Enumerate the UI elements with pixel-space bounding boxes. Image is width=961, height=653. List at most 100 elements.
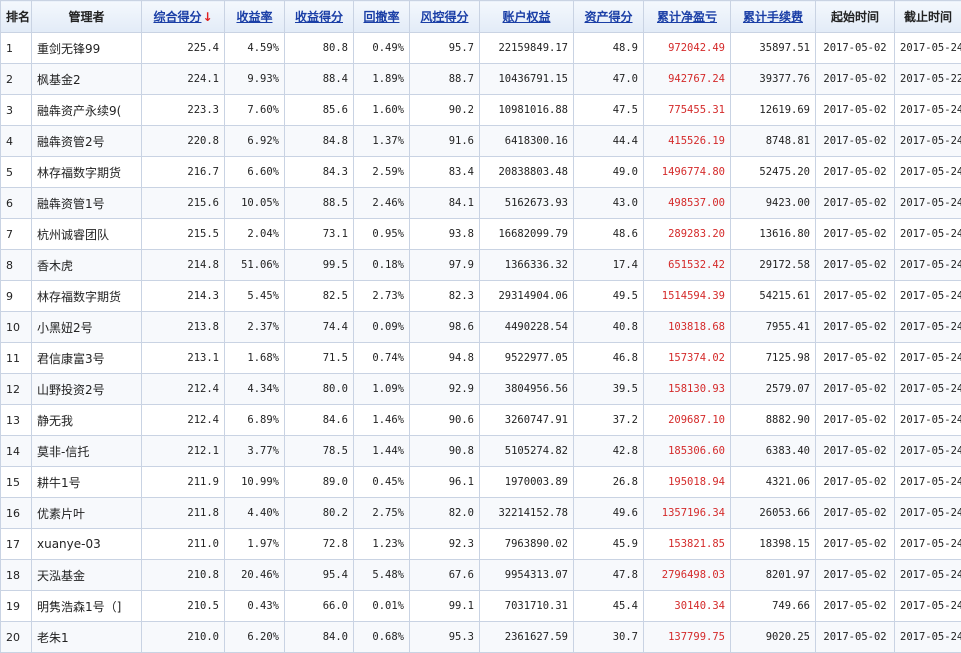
cell-risk-score: 82.0	[410, 498, 480, 529]
cell-return-score: 89.0	[285, 467, 354, 498]
cell-return-score: 84.6	[285, 405, 354, 436]
cell-asset-score: 46.8	[574, 343, 644, 374]
cell-rank: 16	[1, 498, 32, 529]
cell-start-time: 2017-05-02	[816, 281, 895, 312]
table-row: 13静无我212.46.89%84.61.46%90.63260747.9137…	[1, 405, 961, 436]
cell-return-rate: 5.45%	[225, 281, 285, 312]
cell-return-rate: 20.46%	[225, 560, 285, 591]
cell-score: 213.1	[142, 343, 225, 374]
cell-risk-score: 90.6	[410, 405, 480, 436]
cell-end-time: 2017-05-24	[895, 622, 961, 653]
cell-fees: 2579.07	[731, 374, 816, 405]
table-row: 12山野投资2号212.44.34%80.01.09%92.93804956.5…	[1, 374, 961, 405]
cell-return-score: 78.5	[285, 436, 354, 467]
cell-return-rate: 3.77%	[225, 436, 285, 467]
cell-net-pnl: 195018.94	[644, 467, 731, 498]
table-row: 18天泓基金210.820.46%95.45.48%67.69954313.07…	[1, 560, 961, 591]
sort-header-drawdown[interactable]: 回撤率	[354, 1, 410, 33]
sort-header-return-score[interactable]: 收益得分	[285, 1, 354, 33]
cell-equity: 1970003.89	[480, 467, 574, 498]
header-label: 收益率	[236, 10, 272, 24]
cell-risk-score: 90.2	[410, 95, 480, 126]
cell-equity: 29314904.06	[480, 281, 574, 312]
cell-return-score: 66.0	[285, 591, 354, 622]
cell-return-rate: 9.93%	[225, 64, 285, 95]
cell-end-time: 2017-05-24	[895, 560, 961, 591]
cell-net-pnl: 1357196.34	[644, 498, 731, 529]
cell-asset-score: 26.8	[574, 467, 644, 498]
cell-fees: 52475.20	[731, 157, 816, 188]
cell-score: 214.3	[142, 281, 225, 312]
cell-start-time: 2017-05-02	[816, 188, 895, 219]
table-body: 1重剑无锋99225.44.59%80.80.49%95.722159849.1…	[1, 33, 961, 653]
cell-end-time: 2017-05-24	[895, 95, 961, 126]
cell-return-rate: 51.06%	[225, 250, 285, 281]
cell-end-time: 2017-05-24	[895, 591, 961, 622]
cell-manager: 优素片叶	[32, 498, 142, 529]
cell-drawdown: 0.45%	[354, 467, 410, 498]
cell-start-time: 2017-05-02	[816, 436, 895, 467]
cell-return-rate: 6.92%	[225, 126, 285, 157]
sort-header-fees[interactable]: 累计手续费	[731, 1, 816, 33]
table-row: 11君信康富3号213.11.68%71.50.74%94.89522977.0…	[1, 343, 961, 374]
header-label: 账户权益	[502, 10, 550, 24]
cell-end-time: 2017-05-24	[895, 405, 961, 436]
cell-rank: 2	[1, 64, 32, 95]
sort-header-net-pnl[interactable]: 累计净盈亏	[644, 1, 731, 33]
cell-net-pnl: 30140.34	[644, 591, 731, 622]
cell-risk-score: 92.9	[410, 374, 480, 405]
cell-start-time: 2017-05-02	[816, 312, 895, 343]
table-row: 14莫非-信托212.13.77%78.51.44%90.85105274.82…	[1, 436, 961, 467]
cell-rank: 12	[1, 374, 32, 405]
sort-header-equity[interactable]: 账户权益	[480, 1, 574, 33]
cell-risk-score: 84.1	[410, 188, 480, 219]
cell-manager: 明隽浩森1号（]	[32, 591, 142, 622]
sort-header-asset-score[interactable]: 资产得分	[574, 1, 644, 33]
header-rank: 排名	[1, 1, 32, 33]
cell-start-time: 2017-05-02	[816, 405, 895, 436]
cell-equity: 5105274.82	[480, 436, 574, 467]
cell-equity: 3804956.56	[480, 374, 574, 405]
cell-rank: 19	[1, 591, 32, 622]
cell-return-rate: 4.59%	[225, 33, 285, 64]
cell-return-score: 80.2	[285, 498, 354, 529]
cell-risk-score: 94.8	[410, 343, 480, 374]
cell-rank: 20	[1, 622, 32, 653]
cell-score: 212.4	[142, 374, 225, 405]
cell-asset-score: 47.5	[574, 95, 644, 126]
cell-asset-score: 42.8	[574, 436, 644, 467]
cell-return-rate: 7.60%	[225, 95, 285, 126]
header-label: 回撤率	[363, 10, 399, 24]
cell-manager: 林存福数字期货	[32, 157, 142, 188]
cell-score: 212.1	[142, 436, 225, 467]
header-label: 风控得分	[420, 10, 468, 24]
cell-risk-score: 95.3	[410, 622, 480, 653]
header-start-time: 起始时间	[816, 1, 895, 33]
cell-return-rate: 10.99%	[225, 467, 285, 498]
sort-header-return-rate[interactable]: 收益率	[225, 1, 285, 33]
header-row: 排名 管理者 综合得分↓ 收益率 收益得分 回撤率 风控得分 账户权益 资产得分…	[1, 1, 961, 33]
cell-rank: 14	[1, 436, 32, 467]
cell-start-time: 2017-05-02	[816, 591, 895, 622]
cell-manager: 静无我	[32, 405, 142, 436]
table-row: 6融犇资管1号215.610.05%88.52.46%84.15162673.9…	[1, 188, 961, 219]
cell-drawdown: 1.23%	[354, 529, 410, 560]
cell-equity: 6418300.16	[480, 126, 574, 157]
cell-net-pnl: 651532.42	[644, 250, 731, 281]
cell-net-pnl: 972042.49	[644, 33, 731, 64]
cell-rank: 17	[1, 529, 32, 560]
cell-equity: 5162673.93	[480, 188, 574, 219]
cell-start-time: 2017-05-02	[816, 126, 895, 157]
table-row: 20老朱1210.06.20%84.00.68%95.32361627.5930…	[1, 622, 961, 653]
sort-header-score[interactable]: 综合得分↓	[142, 1, 225, 33]
cell-equity: 16682099.79	[480, 219, 574, 250]
cell-risk-score: 92.3	[410, 529, 480, 560]
cell-fees: 6383.40	[731, 436, 816, 467]
cell-score: 223.3	[142, 95, 225, 126]
table-row: 5林存福数字期货216.76.60%84.32.59%83.420838803.…	[1, 157, 961, 188]
cell-equity: 4490228.54	[480, 312, 574, 343]
sort-header-risk-score[interactable]: 风控得分	[410, 1, 480, 33]
cell-fees: 8201.97	[731, 560, 816, 591]
cell-asset-score: 43.0	[574, 188, 644, 219]
table-row: 3融犇资产永续9(223.37.60%85.61.60%90.210981016…	[1, 95, 961, 126]
